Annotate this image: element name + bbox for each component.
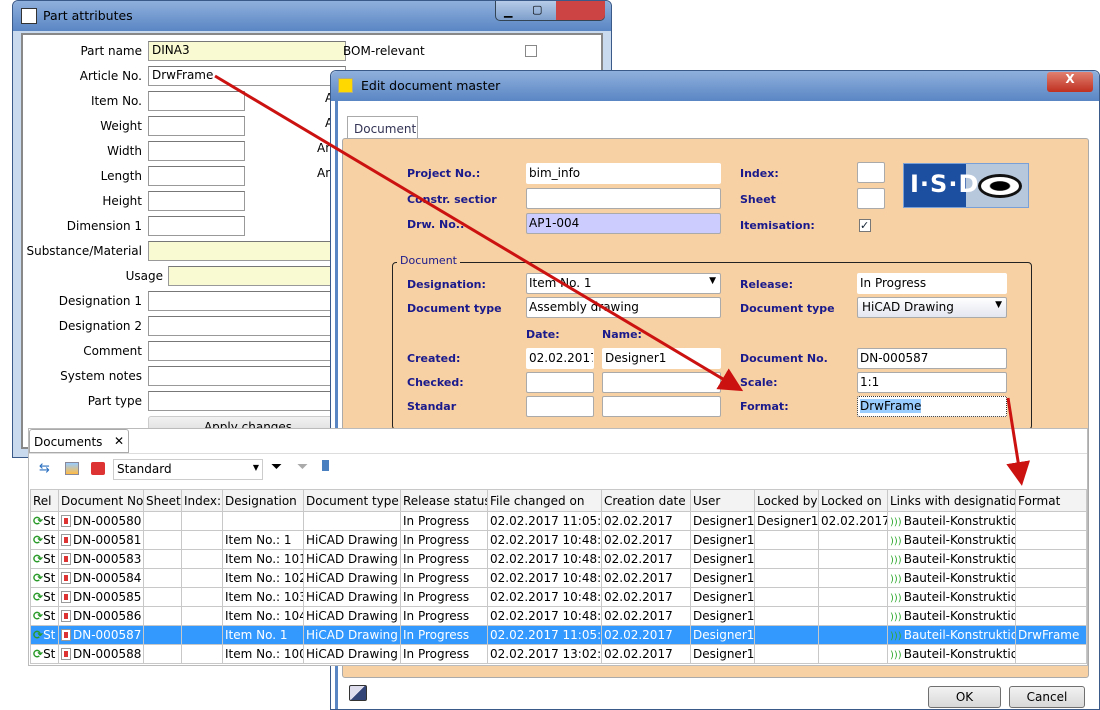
annotation-arrows bbox=[214, 74, 1031, 486]
arrow-article-to-format bbox=[214, 74, 744, 392]
arrow-format-to-column bbox=[1006, 397, 1031, 486]
